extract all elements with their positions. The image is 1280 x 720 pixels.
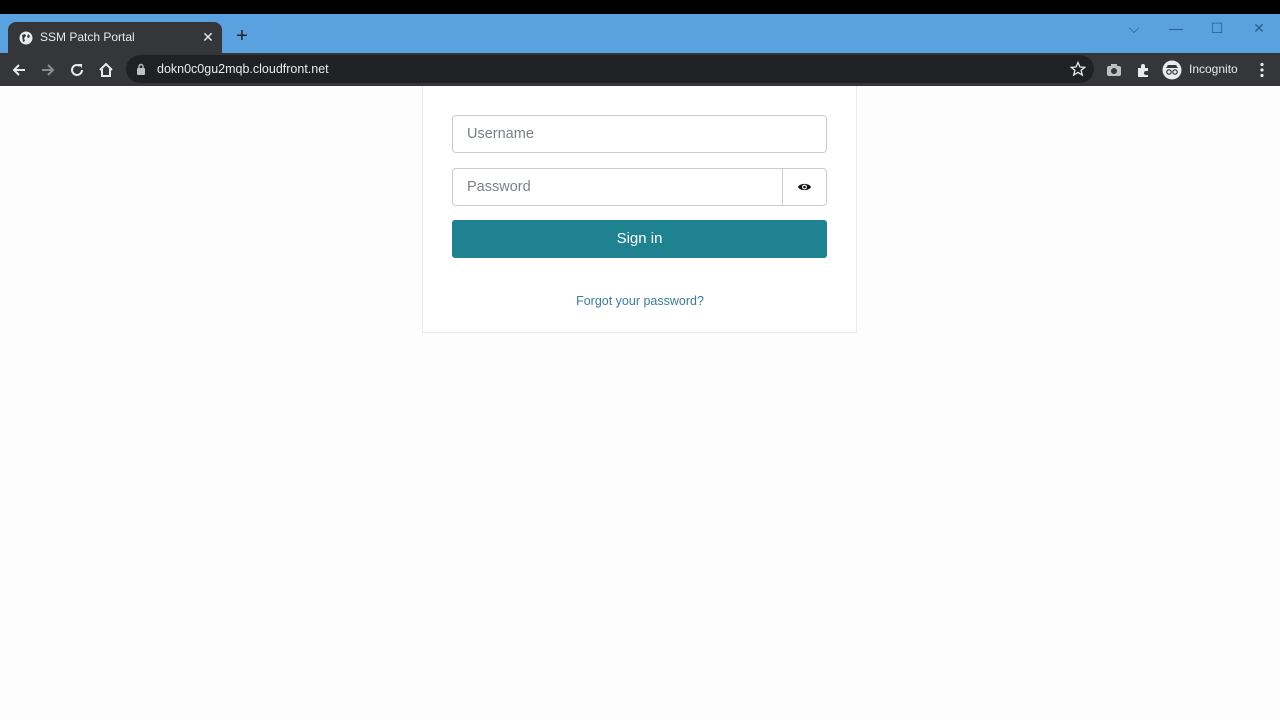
tab-strip: SSM Patch Portal ✕ + ⌵ — ☐ ✕ [0,14,1280,53]
profile-label[interactable]: Incognito [1189,62,1238,76]
reload-icon[interactable] [67,60,87,80]
new-tab-icon[interactable]: + [232,26,252,46]
lock-icon[interactable] [136,63,146,75]
window-top-edge [0,0,1280,14]
forward-icon[interactable] [38,60,58,80]
tab-title: SSM Patch Portal [40,30,135,44]
forgot-password-link[interactable]: Forgot your password? [0,294,1280,308]
password-input[interactable] [452,168,783,206]
close-tab-icon[interactable]: ✕ [200,29,216,45]
back-icon[interactable] [9,60,29,80]
address-bar[interactable]: dokn0c0gu2mqb.cloudfront.net [126,55,1094,83]
incognito-icon[interactable] [1162,60,1182,80]
bookmark-star-icon[interactable] [1070,61,1086,77]
more-menu-icon[interactable] [1252,60,1272,80]
minimize-icon[interactable]: — [1166,20,1186,36]
url-text[interactable]: dokn0c0gu2mqb.cloudfront.net [157,62,329,76]
close-window-icon[interactable]: ✕ [1249,20,1269,36]
show-password-button[interactable] [782,168,827,206]
browser-tab[interactable]: SSM Patch Portal ✕ [8,22,222,53]
camera-icon[interactable] [1104,60,1124,80]
maximize-icon[interactable]: ☐ [1207,20,1227,36]
username-input[interactable] [452,115,827,153]
eye-icon [797,183,812,191]
extensions-icon[interactable] [1133,60,1153,80]
sign-in-button[interactable]: Sign in [452,220,827,258]
browser-toolbar: dokn0c0gu2mqb.cloudfront.net Incognito [0,53,1280,86]
tab-search-icon[interactable]: ⌵ [1124,20,1144,36]
home-icon[interactable] [96,60,116,80]
globe-icon [19,31,33,45]
